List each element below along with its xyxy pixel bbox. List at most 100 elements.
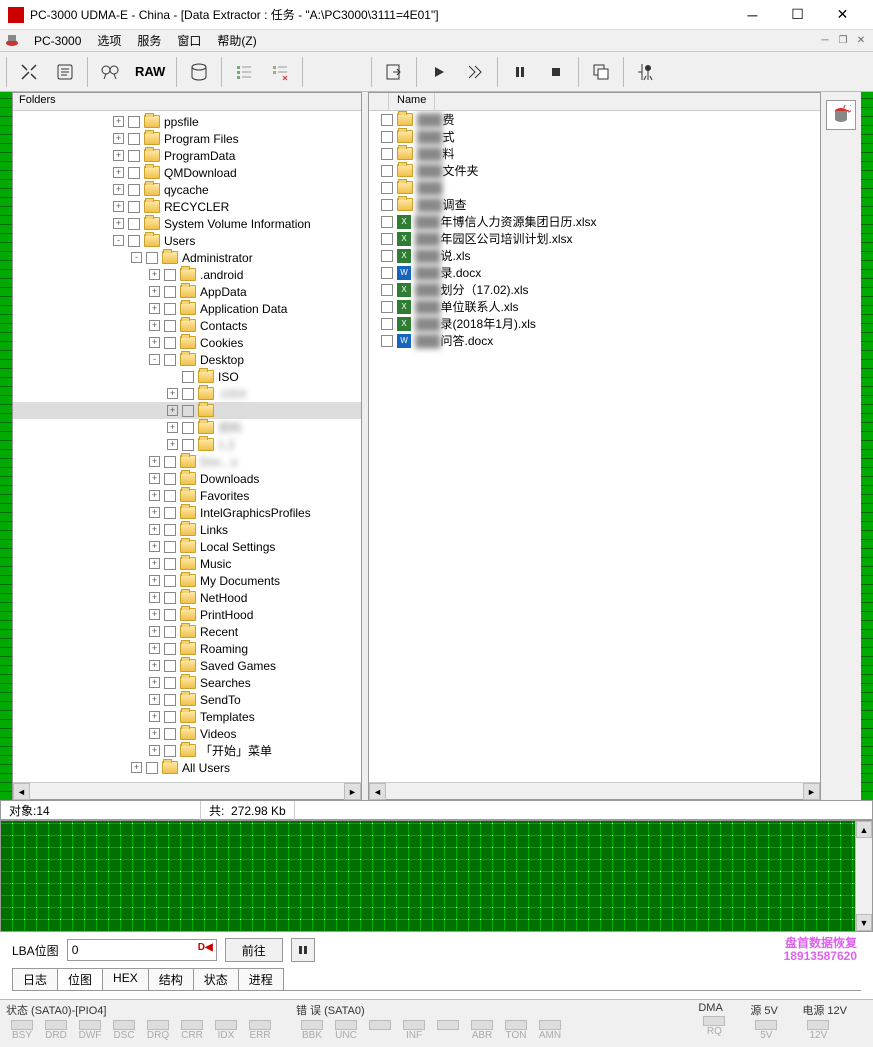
scroll-up-icon[interactable]: ▲ [856,821,872,838]
exit-button[interactable] [630,55,662,89]
close-button[interactable]: ✕ [820,1,865,29]
expand-icon[interactable]: + [167,439,178,450]
checkbox[interactable] [164,524,176,536]
tree-row[interactable]: +qycache [13,181,361,198]
checkbox[interactable] [128,167,140,179]
checkbox[interactable] [128,184,140,196]
expand-icon[interactable]: + [131,762,142,773]
expand-icon[interactable]: + [113,150,124,161]
file-row[interactable]: ███调查 [369,196,820,213]
expand-icon[interactable]: + [149,286,160,297]
file-row[interactable]: X███录(2018年1月).xls [369,315,820,332]
tree-row[interactable]: +All Users [13,759,361,776]
checkbox[interactable] [381,284,393,296]
tree-row[interactable]: + [13,402,361,419]
file-row[interactable]: X███划分（17.02).xls [369,281,820,298]
collapse-icon[interactable]: - [149,354,160,365]
expand-icon[interactable]: + [149,541,160,552]
tab-hex[interactable]: HEX [102,968,149,990]
tree-row[interactable]: +Templates [13,708,361,725]
expand-icon[interactable]: + [149,694,160,705]
tree-row[interactable]: +Contacts [13,317,361,334]
checkbox[interactable] [164,541,176,553]
expand-icon[interactable]: + [149,609,160,620]
checkbox[interactable] [381,131,393,143]
tree-row[interactable]: +My Documents [13,572,361,589]
checkbox[interactable] [164,354,176,366]
expand-icon[interactable]: + [149,473,160,484]
tree-row[interactable]: +Favorites [13,487,361,504]
file-row[interactable]: ███ [369,179,820,196]
tree-row[interactable]: +SendTo [13,691,361,708]
tab-status[interactable]: 状态 [193,968,239,990]
expand-icon[interactable]: + [149,524,160,535]
checkbox[interactable] [164,575,176,587]
expand-icon[interactable]: + [149,745,160,756]
list1-button[interactable] [228,55,260,89]
menu-window[interactable]: 窗口 [169,30,209,51]
tree-row[interactable]: -Administrator [13,249,361,266]
checkbox[interactable] [164,320,176,332]
expand-icon[interactable]: + [149,575,160,586]
side-db-button[interactable] [826,100,856,130]
file-row[interactable]: ███文件夹 [369,162,820,179]
tab-struct[interactable]: 结构 [148,968,194,990]
menu-options[interactable]: 选项 [89,30,129,51]
tree-row[interactable]: +Application Data [13,300,361,317]
checkbox[interactable] [128,235,140,247]
step-button[interactable] [459,55,491,89]
checkbox[interactable] [164,728,176,740]
checkbox[interactable] [164,490,176,502]
checkbox[interactable] [182,422,194,434]
collapse-icon[interactable]: - [131,252,142,263]
checkbox[interactable] [128,201,140,213]
checkbox[interactable] [182,388,194,400]
checkbox[interactable] [182,439,194,451]
tab-log[interactable]: 日志 [12,968,58,990]
scroll-left-icon[interactable]: ◄ [369,783,386,800]
expand-icon[interactable]: + [113,218,124,229]
tree-row[interactable]: +「开始」菜单 [13,742,361,759]
sector-map-scrollbar[interactable]: ▲ ▼ [855,821,872,931]
tree-row[interactable]: +Videos [13,725,361,742]
expand-icon[interactable]: + [113,116,124,127]
checkbox[interactable] [164,337,176,349]
tree-row[interactable]: +System Volume Information [13,215,361,232]
lba-pause-button[interactable] [291,938,315,962]
checkbox[interactable] [164,711,176,723]
tree-row[interactable]: +IntelGraphicsProfiles [13,504,361,521]
tab-bitmap[interactable]: 位图 [57,968,103,990]
sector-map[interactable] [1,821,855,931]
checkbox[interactable] [164,677,176,689]
checkbox[interactable] [128,150,140,162]
expand-icon[interactable]: + [149,711,160,722]
checkbox[interactable] [164,456,176,468]
expand-icon[interactable]: + [149,507,160,518]
expand-icon[interactable]: + [149,490,160,501]
script-button[interactable] [49,55,81,89]
checkbox[interactable] [381,165,393,177]
tree-row[interactable]: -Users [13,232,361,249]
checkbox[interactable] [128,133,140,145]
expand-icon[interactable]: + [149,643,160,654]
tree-row[interactable]: +Saved Games [13,657,361,674]
file-row[interactable]: X███单位联系人.xls [369,298,820,315]
checkbox[interactable] [164,507,176,519]
tree-row[interactable]: +.OSX [13,385,361,402]
files-hscroll[interactable]: ◄ ► [369,782,820,799]
file-row[interactable]: ███料 [369,145,820,162]
file-row[interactable]: ███费 [369,111,820,128]
file-row[interactable]: ███式 [369,128,820,145]
expand-icon[interactable]: + [149,456,160,467]
mdi-minimize-button[interactable]: ─ [817,34,833,48]
tree-row[interactable]: +RECYCLER [13,198,361,215]
file-row[interactable]: W███问答.docx [369,332,820,349]
tree-row[interactable]: +Music [13,555,361,572]
expand-icon[interactable]: + [149,320,160,331]
file-row[interactable]: W███录.docx [369,264,820,281]
tree-row[interactable]: +Roaming [13,640,361,657]
checkbox[interactable] [164,609,176,621]
mdi-close-button[interactable]: ✕ [853,34,869,48]
checkbox[interactable] [381,267,393,279]
tree-row[interactable]: +Links [13,521,361,538]
